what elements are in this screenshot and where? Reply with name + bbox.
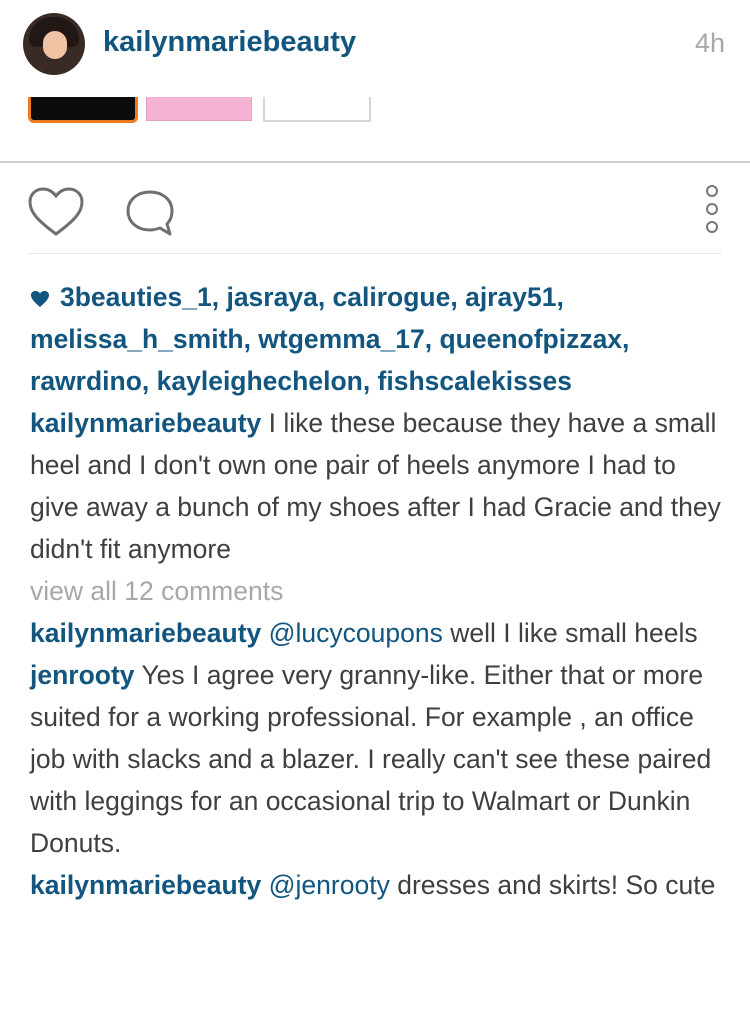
post-image-bottom[interactable] <box>0 97 750 161</box>
post-timestamp: 4h <box>694 28 725 58</box>
likes-list[interactable]: 3beauties_1, jasraya, calirogue, ajray51… <box>30 282 629 396</box>
speech-bubble-icon <box>126 190 174 236</box>
comment: jenrooty Yes I agree very granny-like. E… <box>30 654 730 864</box>
comment: kailynmariebeauty @jenrooty dresses and … <box>30 864 730 906</box>
action-bar <box>0 163 750 253</box>
comment-mention[interactable]: @lucycoupons <box>269 618 443 648</box>
more-options-button[interactable] <box>698 183 726 239</box>
heart-outline-icon <box>28 187 84 236</box>
vertical-dots-icon <box>706 185 718 233</box>
comment-mention[interactable]: @jenrooty <box>269 870 390 900</box>
black-swatch <box>28 97 138 123</box>
comment-username[interactable]: kailynmariebeauty <box>30 618 261 648</box>
heart-filled-icon <box>31 291 49 307</box>
comment-text: well I like small heels <box>450 618 698 648</box>
action-separator <box>28 253 722 254</box>
pink-swatch <box>146 97 252 121</box>
caption-username[interactable]: kailynmariebeauty <box>30 408 261 438</box>
view-all-comments-link[interactable]: view all 12 comments <box>30 570 730 612</box>
comment: kailynmariebeauty @lucycoupons well I li… <box>30 612 730 654</box>
post-details: 3beauties_1, jasraya, calirogue, ajray51… <box>30 276 730 906</box>
comment-username[interactable]: kailynmariebeauty <box>30 870 261 900</box>
comment-button[interactable] <box>124 188 176 238</box>
like-button[interactable] <box>27 186 85 238</box>
caption: kailynmariebeauty I like these because t… <box>30 402 730 570</box>
white-swatch <box>263 97 371 122</box>
comment-username[interactable]: jenrooty <box>30 660 135 690</box>
post-username[interactable]: kailynmariebeauty <box>103 26 356 59</box>
likes-line[interactable]: 3beauties_1, jasraya, calirogue, ajray51… <box>30 276 730 402</box>
avatar-face <box>43 31 67 59</box>
comment-text: dresses and skirts! So cute <box>397 870 716 900</box>
post-header: kailynmariebeauty 4h <box>0 0 750 97</box>
avatar[interactable] <box>23 13 85 75</box>
